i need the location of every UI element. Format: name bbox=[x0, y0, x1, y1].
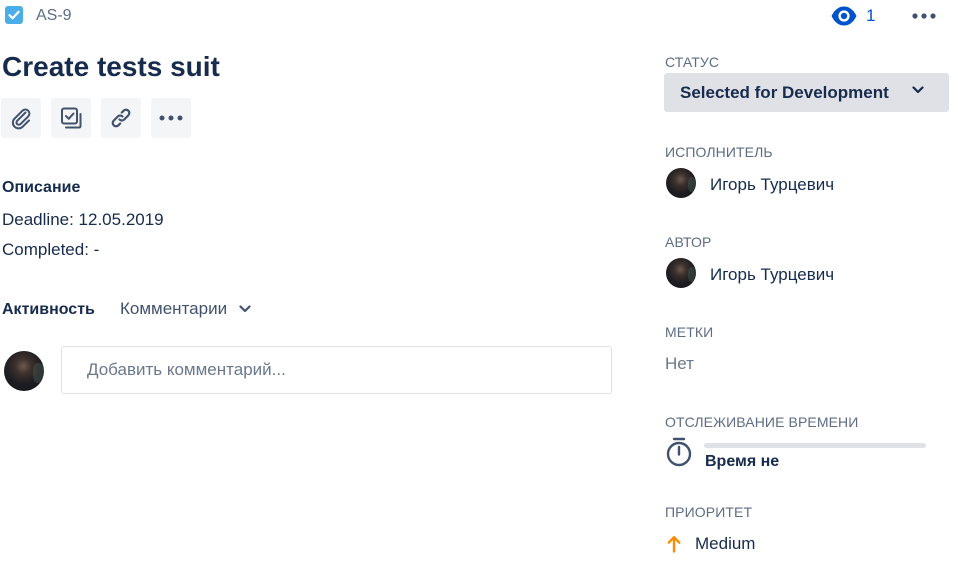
time-tracking-label: ОТСЛЕЖИВАНИЕ ВРЕМЕНИ bbox=[665, 414, 859, 430]
description-line-completed[interactable]: Completed: - bbox=[2, 240, 99, 260]
priority-value[interactable]: Medium bbox=[695, 534, 755, 554]
labels-label: МЕТКИ bbox=[665, 324, 714, 340]
labels-value[interactable]: Нет bbox=[665, 354, 694, 374]
more-icon bbox=[159, 115, 183, 121]
watchers-count: 1 bbox=[866, 6, 876, 25]
more-icon bbox=[912, 13, 936, 19]
status-value: Selected for Development bbox=[680, 82, 889, 102]
priority-label: ПРИОРИТЕТ bbox=[665, 504, 753, 520]
add-comment-input[interactable] bbox=[61, 346, 612, 394]
eye-icon bbox=[830, 5, 858, 27]
chevron-down-icon bbox=[239, 305, 251, 313]
issue-key-link[interactable]: AS-9 bbox=[36, 6, 72, 26]
activity-filter-dropdown[interactable]: Комментарии bbox=[120, 299, 251, 319]
priority-medium-arrow-icon bbox=[667, 535, 681, 553]
reporter-label: АВТОР bbox=[665, 234, 712, 250]
reporter-name[interactable]: Игорь Турцевич bbox=[710, 265, 834, 285]
activity-filter-label: Комментарии bbox=[120, 299, 228, 318]
status-label: СТАТУС bbox=[665, 54, 720, 70]
current-user-avatar bbox=[4, 351, 44, 391]
watch-button[interactable]: 1 bbox=[830, 3, 875, 29]
add-child-issue-button[interactable] bbox=[51, 98, 91, 138]
assignee-label: ИСПОЛНИТЕЛЬ bbox=[665, 144, 773, 160]
time-tracking-text[interactable]: Время не bbox=[705, 453, 779, 471]
chevron-down-icon bbox=[912, 86, 924, 94]
link-issue-button[interactable] bbox=[101, 98, 141, 138]
assignee-name[interactable]: Игорь Турцевич bbox=[710, 175, 834, 195]
stopwatch-icon bbox=[665, 437, 693, 467]
link-icon bbox=[109, 106, 133, 130]
status-dropdown-button[interactable]: Selected for Development bbox=[664, 73, 949, 112]
time-tracking-progress-bar[interactable] bbox=[704, 443, 926, 448]
activity-heading: Активность bbox=[2, 301, 95, 318]
checklist-icon bbox=[59, 106, 83, 130]
description-line-deadline[interactable]: Deadline: 12.05.2019 bbox=[2, 210, 164, 230]
reporter-avatar[interactable] bbox=[666, 258, 696, 288]
issue-type-task-icon[interactable] bbox=[5, 6, 23, 24]
more-toolbar-button[interactable] bbox=[151, 98, 191, 138]
attach-button[interactable] bbox=[1, 98, 41, 138]
more-actions-button[interactable] bbox=[906, 3, 942, 29]
description-heading: Описание bbox=[2, 179, 81, 196]
assignee-avatar[interactable] bbox=[666, 168, 696, 198]
issue-title[interactable]: Create tests suit bbox=[2, 48, 220, 86]
attachment-icon bbox=[9, 106, 33, 130]
